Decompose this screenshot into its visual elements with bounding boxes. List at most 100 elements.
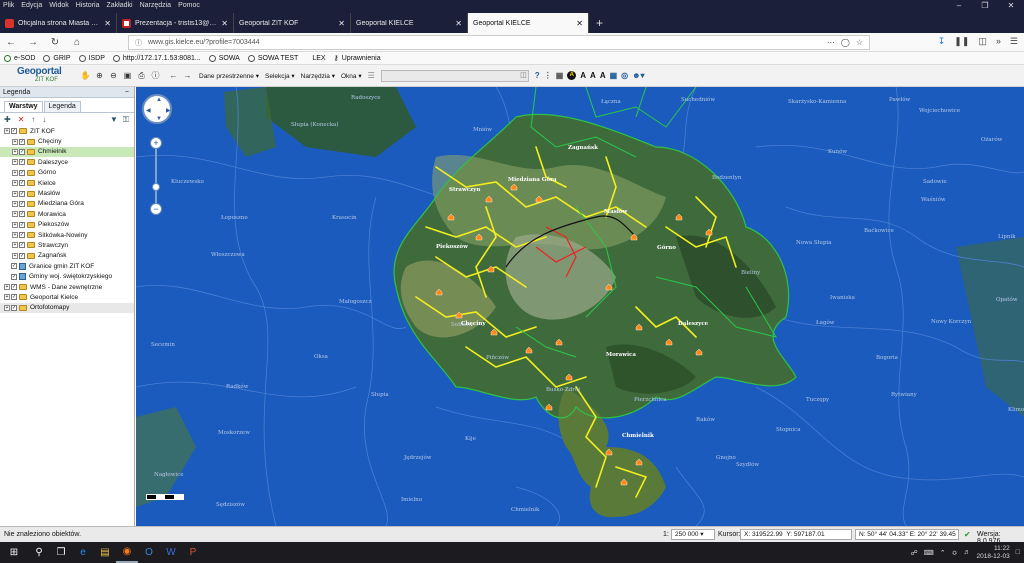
bookmark-sowa[interactable]: SOWA (208, 54, 240, 62)
info-tool-icon[interactable]: ⓘ (150, 70, 161, 81)
overflow-icon[interactable]: » (996, 36, 1001, 47)
sidebar-icon[interactable]: ◫ (978, 36, 987, 47)
menu-tools[interactable]: Narzędzia (140, 2, 172, 9)
tab-geoportal-zit[interactable]: Geoportal ZIT KOF ✕ (234, 13, 351, 33)
layer-checkbox[interactable]: ✓ (11, 128, 17, 135)
bookmark-ip[interactable]: http://172.17.1.53:8081... (112, 54, 201, 62)
layer-row[interactable]: +✓Granice gmin ZIT KOF (0, 261, 134, 271)
pocket-icon[interactable]: ◯ (841, 38, 850, 47)
layer-checkbox[interactable]: ✓ (19, 252, 25, 259)
restore-icon[interactable]: ❐ (972, 0, 998, 11)
bookmark-sowa-test[interactable]: SOWA TEST (247, 54, 298, 62)
expand-icon[interactable]: + (12, 200, 18, 207)
layer-checkbox[interactable]: ✓ (19, 138, 25, 145)
zoom-track[interactable] (155, 145, 157, 207)
expand-icon[interactable]: + (4, 128, 10, 135)
zoom-minus-icon[interactable]: − (150, 203, 162, 215)
keyboard-icon[interactable]: ⌨ (924, 549, 934, 557)
menu-narzedzia[interactable]: Narzędzia ▾ (301, 72, 335, 80)
zoom-slider[interactable]: + − (150, 137, 162, 215)
menu-bookmarks[interactable]: Zakładki (106, 2, 132, 9)
layer-checkbox[interactable]: ✓ (19, 221, 25, 228)
print-icon[interactable]: ⎙ (136, 71, 147, 81)
layer-row[interactable]: + ✓ Morawica (0, 209, 134, 219)
target-icon[interactable]: ◎ (621, 71, 628, 80)
layer-row[interactable]: + ✓ Piekoszów (0, 220, 134, 230)
delete-layer-icon[interactable]: ✕ (18, 115, 25, 124)
layer-checkbox[interactable]: ✓ (11, 284, 17, 291)
bookmark-star-icon[interactable]: ☆ (856, 38, 863, 47)
close-icon[interactable]: ✕ (998, 0, 1024, 11)
layer-row[interactable]: + ✓ Masłów (0, 188, 134, 198)
wifi-icon[interactable]: ≎ (952, 549, 958, 557)
layer-row[interactable]: + ✓ Miedziana Góra (0, 199, 134, 209)
pan-control[interactable]: ▲ ▼ ◀ ▶ (142, 94, 172, 124)
volume-icon[interactable]: ♬ (964, 549, 971, 556)
expand-icon[interactable]: + (4, 294, 10, 301)
powerpoint-icon[interactable]: P (182, 542, 204, 563)
filter-icon[interactable]: ▼ (110, 115, 118, 125)
search-input[interactable]: ◫ (380, 69, 529, 82)
collapse-icon[interactable]: − (125, 87, 129, 98)
menu-edit[interactable]: Edycja (21, 2, 42, 9)
bookmark-uprawnienia[interactable]: ⚷ Uprawnienia (334, 54, 381, 63)
layer-checkbox[interactable]: ✓ (19, 190, 25, 197)
edge-icon[interactable]: e (72, 542, 94, 563)
pan-up-icon[interactable]: ▲ (156, 97, 162, 103)
tab-geoportal-kielce[interactable]: Geoportal KIELCE ✕ (351, 13, 468, 33)
expand-icon[interactable]: + (4, 284, 10, 291)
reload-icon[interactable]: ↻ (48, 37, 62, 48)
layer-row[interactable]: + ✓ ZIT KOF (0, 126, 134, 136)
close-tab-icon[interactable]: ✕ (455, 19, 462, 28)
tray-up-icon[interactable]: ⌃ (940, 549, 946, 557)
layer-row[interactable]: + ✓ Strawczyn (0, 240, 134, 250)
expand-icon[interactable]: + (12, 242, 18, 249)
arrow-right-icon[interactable]: → (182, 71, 193, 80)
close-tab-icon[interactable]: ✕ (576, 19, 583, 28)
zoom-handle[interactable] (152, 183, 160, 191)
minimize-icon[interactable]: – (946, 0, 972, 11)
layer-row[interactable]: + ✓ Chmielnik (0, 146, 134, 158)
pan-hand-icon[interactable]: ✋ (80, 71, 91, 80)
info-icon[interactable]: ⓘ (135, 38, 142, 48)
zoom-out-icon[interactable]: ⊖ (108, 71, 119, 80)
new-tab-icon[interactable]: + (589, 13, 610, 33)
menu-view[interactable]: Widok (49, 2, 68, 9)
layer-row[interactable]: + ✓ Ortofotomapy (0, 302, 134, 314)
add-layer-icon[interactable]: ✚ (4, 115, 11, 124)
library-icon[interactable]: ❚❚ (954, 36, 969, 47)
close-tab-icon[interactable]: ✕ (338, 19, 345, 28)
zoom-in-icon[interactable]: ⊕ (94, 71, 105, 80)
tab-kielce-city[interactable]: Oficjalna strona Miasta Kielce ✕ (0, 13, 117, 33)
bookmark-isdp[interactable]: ISDP (78, 54, 105, 62)
contrast-icon[interactable]: A (600, 71, 606, 80)
bookmark-lex[interactable]: LEX (312, 55, 325, 62)
pan-right-icon[interactable]: ▶ (166, 107, 171, 114)
layer-checkbox[interactable]: ✓ (11, 294, 17, 301)
layer-checkbox[interactable]: ✓ (19, 232, 25, 239)
layer-row[interactable]: + ✓ Chęciny (0, 136, 134, 146)
layer-checkbox[interactable]: ✓ (19, 200, 25, 207)
close-tab-icon[interactable]: ✕ (221, 19, 228, 28)
notifications-icon[interactable]: □ (1016, 549, 1020, 556)
url-bar[interactable]: ⓘ www.gis.kielce.eu/?profile=7003444 ⋯ ◯… (128, 35, 870, 50)
menu-selekcja[interactable]: Selekcja ▾ (265, 72, 295, 80)
expand-icon[interactable]: + (12, 190, 18, 197)
clock[interactable]: 11:22 2018-12-03 (977, 545, 1010, 561)
layer-row[interactable]: + ✓ WMS - Dane zewnętrzne (0, 282, 134, 292)
font-larger-icon[interactable]: A (580, 71, 586, 80)
menu-help[interactable]: Pomoc (178, 2, 200, 9)
map-view[interactable]: Radoszyce Słupia (Konecka) Mniów Łączna Such… (136, 87, 1024, 526)
layers-icon[interactable]: ▦ (610, 71, 618, 80)
bookmark-grip[interactable]: GRIP (43, 54, 71, 62)
tab-geoportal-kielce-active[interactable]: Geoportal KIELCE ✕ (468, 13, 589, 33)
expand-icon[interactable]: + (12, 159, 18, 166)
accessibility-a-icon[interactable]: A (567, 71, 577, 80)
download-icon[interactable]: ↧ (938, 36, 946, 47)
page-actions-icon[interactable]: ⋯ (827, 38, 835, 47)
layer-row[interactable]: + ✓ Górno (0, 168, 134, 178)
layer-row[interactable]: + ✓ Kielce (0, 178, 134, 188)
task-view-icon[interactable]: ❐ (50, 542, 72, 563)
layer-row[interactable]: +✓Gminy woj. świętokrzyskiego (0, 271, 134, 281)
expand-icon[interactable]: + (12, 252, 18, 259)
